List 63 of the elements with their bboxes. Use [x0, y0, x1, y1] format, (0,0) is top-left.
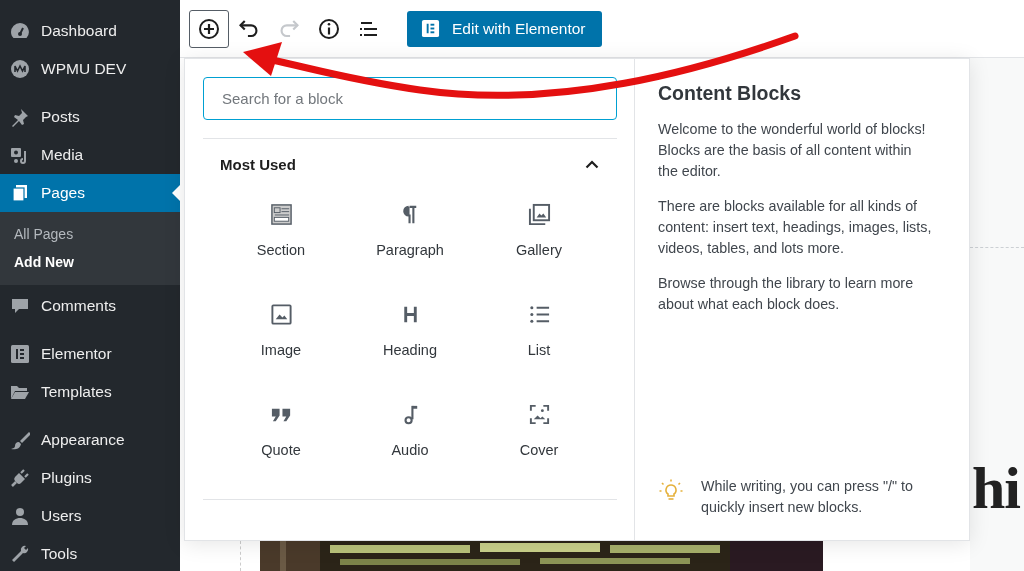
- info-button[interactable]: [317, 16, 341, 41]
- speech-bubble-icon: [10, 296, 30, 316]
- paintbrush-icon: [10, 430, 30, 450]
- block-item[interactable]: Heading: [345, 293, 475, 381]
- block-label: List: [527, 342, 551, 358]
- help-paragraph: There are blocks available for all kinds of content: insert text, headings, images, lists, videos, tables, and lots more.: [658, 197, 933, 258]
- elementor-logo-icon: [10, 344, 30, 364]
- cover-icon: [527, 403, 551, 426]
- sidebar-item[interactable]: Tools: [0, 535, 180, 571]
- undo-icon: [239, 20, 259, 37]
- help-paragraph: Browse through the library to learn more about what each block does.: [658, 274, 915, 314]
- block-label: Paragraph: [376, 242, 444, 258]
- sidebar-item[interactable]: Plugins: [0, 459, 180, 497]
- pages-icon: [10, 183, 30, 203]
- redo-icon: [279, 20, 299, 37]
- block-item[interactable]: Gallery: [474, 193, 604, 281]
- block-label: Gallery: [516, 242, 562, 258]
- block-item[interactable]: Image: [216, 293, 346, 381]
- list-icon: [527, 303, 551, 326]
- submenu-item[interactable]: All Pages: [0, 220, 88, 248]
- gallery-icon: [527, 203, 551, 226]
- sidebar-item[interactable]: Pages: [0, 174, 180, 212]
- sidebar-item[interactable]: Dashboard: [0, 12, 180, 50]
- sidebar-item[interactable]: Users: [0, 497, 180, 535]
- block-item[interactable]: Cover: [474, 393, 604, 481]
- block-item[interactable]: Quote: [216, 393, 346, 481]
- sidebar-item[interactable]: WPMU DEV: [0, 50, 180, 88]
- sidebar-item[interactable]: Posts: [0, 98, 180, 136]
- submenu-item[interactable]: Add New: [0, 248, 88, 276]
- block-item[interactable]: Audio: [345, 393, 475, 481]
- block-label: Heading: [383, 342, 437, 358]
- add-button[interactable]: [189, 9, 229, 48]
- info-icon: [317, 16, 341, 41]
- help-paragraph: Welcome to the wonderful world of blocks! Blocks are the basis of all content within the editor.: [658, 120, 927, 181]
- plug-icon: [10, 468, 30, 488]
- sidebar-item[interactable]: Templates: [0, 373, 180, 411]
- block-label: Audio: [391, 442, 429, 458]
- block-item[interactable]: Paragraph: [345, 193, 475, 281]
- elementor-button[interactable]: Edit with Elementor: [407, 10, 602, 47]
- block-label: Cover: [519, 442, 559, 458]
- block-label: Section: [256, 242, 306, 258]
- gauge-icon: [10, 21, 30, 41]
- add-icon: [197, 16, 221, 41]
- pushpin-icon: [10, 107, 30, 127]
- person-icon: [10, 506, 30, 526]
- sidebar-item[interactable]: Comments: [0, 287, 180, 325]
- tip-text: While writing, you can press "/" to quickly insert new blocks.: [701, 477, 914, 517]
- help-title: Content Blocks: [658, 82, 802, 105]
- wrench-icon: [10, 544, 30, 564]
- block-item[interactable]: Section: [216, 193, 346, 281]
- block-label: Image: [260, 342, 302, 358]
- elementor-logo-icon: [421, 19, 440, 38]
- sidebar-item[interactable]: Appearance: [0, 421, 180, 459]
- section-title: Most Used: [220, 156, 296, 173]
- sidebar-item[interactable]: Media: [0, 136, 180, 174]
- heading-text: hi: [972, 458, 1021, 518]
- image-icon: [269, 303, 293, 326]
- block-label: Quote: [261, 442, 301, 458]
- circle-logo-icon: [10, 59, 30, 79]
- chevron-icon[interactable]: [585, 160, 599, 169]
- sidebar-item[interactable]: Elementor: [0, 335, 180, 373]
- layout-icon: [269, 203, 293, 226]
- block-item[interactable]: List: [474, 293, 604, 381]
